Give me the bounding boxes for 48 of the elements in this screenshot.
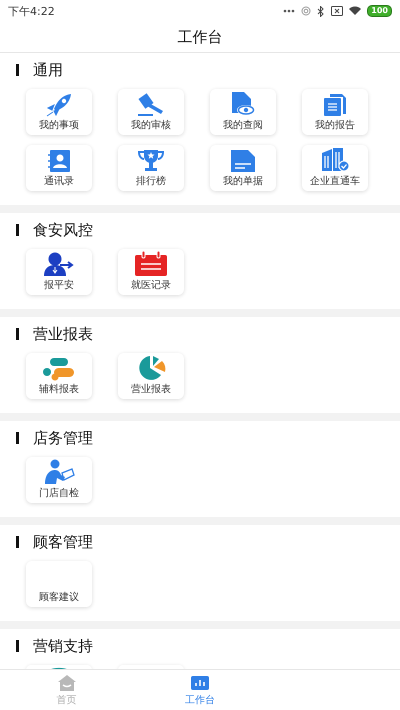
section-title: 顾客管理 <box>33 532 93 552</box>
title-bar-icon <box>16 536 19 548</box>
shortcut-tile[interactable]: 我的单据 <box>210 145 276 191</box>
title-bar-icon <box>16 640 19 652</box>
dashboard-icon <box>190 674 210 692</box>
document-icon <box>229 149 257 173</box>
shortcut-tile[interactable]: 辅料报表 <box>26 353 92 399</box>
shortcut-tile[interactable]: 就医记录 <box>118 249 184 295</box>
status-time: 下午4:22 <box>8 4 55 18</box>
section-title: 食安风控 <box>33 220 93 240</box>
pills-icon <box>42 357 76 381</box>
shortcut-tile[interactable]: 排行榜 <box>118 145 184 191</box>
section-title: 通用 <box>33 60 63 80</box>
section-title: 店务管理 <box>33 428 93 448</box>
wifi-icon <box>349 6 362 16</box>
more-icon <box>283 9 296 13</box>
rocket-icon <box>46 93 72 117</box>
bluetooth-icon <box>317 6 326 16</box>
page-title: 工作台 <box>178 28 222 46</box>
sim-icon <box>331 6 344 16</box>
battery-level: 100 <box>367 5 392 17</box>
shortcut-tile[interactable]: 我的审核 <box>118 89 184 135</box>
shortcut-tile[interactable]: 顾客建议 <box>26 561 92 607</box>
building-icon <box>320 147 350 173</box>
section-title: 营销支持 <box>33 636 93 656</box>
shortcut-tile[interactable]: 营业报表 <box>118 353 184 399</box>
title-bar-icon <box>16 64 19 76</box>
shortcut-tile[interactable]: 门店自检 <box>26 457 92 503</box>
shortcut-tile[interactable]: 我的事项 <box>26 89 92 135</box>
title-bar-icon <box>16 432 19 444</box>
person-reading-icon <box>42 459 76 485</box>
document-eye-icon <box>230 91 256 117</box>
shortcut-tile[interactable]: 报平安 <box>26 249 92 295</box>
shortcut-tile[interactable]: 我的查阅 <box>210 89 276 135</box>
title-bar-icon <box>16 328 19 340</box>
contacts-icon <box>47 149 71 173</box>
report-icon <box>322 93 348 117</box>
home-icon <box>56 674 77 692</box>
nav-tab[interactable]: 工作台 <box>133 670 267 710</box>
trophy-icon <box>137 149 165 173</box>
shortcut-tile[interactable]: 企业直通车 <box>302 145 368 191</box>
shortcut-tile[interactable]: 我的报告 <box>302 89 368 135</box>
person-arrow-icon <box>43 251 75 277</box>
calendar-icon <box>134 251 168 277</box>
section-title: 营业报表 <box>33 324 93 344</box>
shortcut-tile[interactable]: 通讯录 <box>26 145 92 191</box>
title-bar-icon <box>16 224 19 236</box>
gavel-icon <box>137 93 165 117</box>
